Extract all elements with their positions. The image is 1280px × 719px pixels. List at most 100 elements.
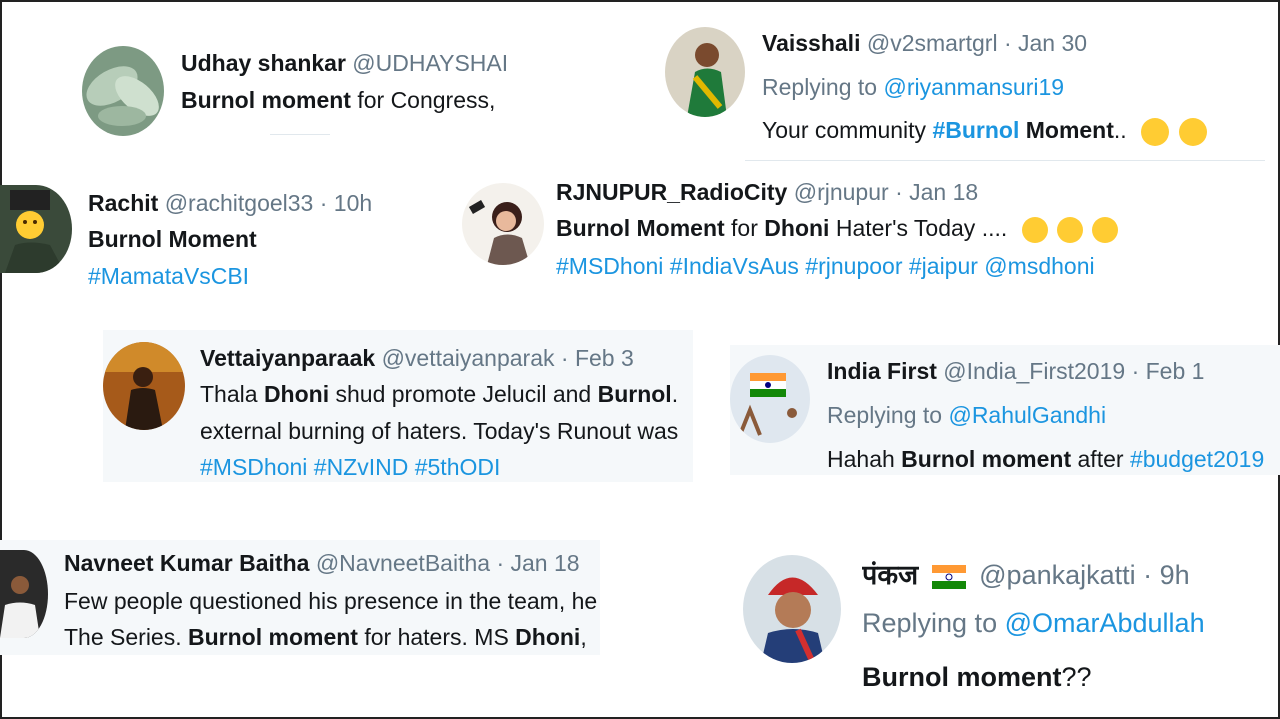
user-handle[interactable]: @pankajkatti [979, 560, 1136, 590]
tweet-india-first[interactable]: India First @India_First2019 · Feb 1 Rep… [730, 345, 1280, 475]
hashtag-line: #MSDhoni #NZvIND #5thODI [200, 454, 690, 481]
text-plain: Hahah [827, 446, 902, 472]
text-plain: . [671, 381, 679, 407]
tweet-header: Navneet Kumar Baitha @NavneetBaitha · Ja… [64, 550, 599, 577]
text-bold-dhoni: Dhoni [764, 215, 830, 241]
text-bold: Burnol Moment [88, 226, 257, 252]
user-name[interactable]: पंकज [862, 560, 918, 590]
tweet-header: Rachit @rachitgoel33 · 10h [88, 190, 388, 217]
avatar-turban-icon[interactable] [743, 555, 841, 663]
hashtag-link[interactable]: #MamataVsCBI [88, 263, 249, 289]
tweet-header: Vaisshali @v2smartgrl · Jan 30 [762, 30, 1262, 57]
hashtag-line: #MamataVsCBI [88, 263, 388, 290]
text-plain: external burning of haters. Today's Runo… [200, 418, 679, 444]
tweet-rachit[interactable]: Rachit @rachitgoel33 · 10h Burnol Moment… [0, 170, 390, 300]
reply-to-link[interactable]: @OmarAbdullah [1005, 608, 1205, 638]
text-plain: for [724, 215, 765, 241]
user-handle[interactable]: @India_First2019 [943, 358, 1125, 384]
text-plain: for haters. MS [357, 624, 516, 650]
reply-to-link[interactable]: @RahulGandhi [948, 402, 1106, 428]
avatar-emoji-face-icon[interactable] [0, 185, 72, 273]
text-bold: Burnol moment [862, 662, 1062, 692]
tweet-pankaj[interactable]: पंकज @pankajkatti · 9h Replying to @Omar… [735, 540, 1275, 710]
avatar-man-icon[interactable] [0, 550, 48, 638]
reply-line: Replying to @RahulGandhi [827, 402, 1277, 429]
user-handle[interactable]: @UDHAYSHAI [352, 50, 508, 76]
user-name[interactable]: Vaisshali [762, 30, 860, 56]
user-name[interactable]: RJNUPUR_RadioCity [556, 179, 787, 205]
avatar-woman-icon[interactable] [665, 27, 745, 117]
reply-line: Replying to @OmarAbdullah [862, 608, 1272, 639]
tweet-vaisshali[interactable]: Vaisshali @v2smartgrl · Jan 30 Replying … [655, 15, 1270, 160]
text-plain: Few people questioned his presence in th… [64, 588, 598, 614]
avatar-selfie-icon[interactable] [462, 183, 544, 265]
user-handle[interactable]: @rjnupur [794, 179, 889, 205]
text-plain: Thala [200, 381, 264, 407]
hashtag-link[interactable]: #Burnol [932, 117, 1019, 143]
user-handle[interactable]: @v2smartgrl [867, 30, 998, 56]
user-name[interactable]: India First [827, 358, 937, 384]
tweet-date[interactable]: · Feb 1 [1132, 358, 1205, 384]
tweet-header: India First @India_First2019 · Feb 1 [827, 358, 1277, 385]
hashtag-line: #MSDhoni #IndiaVsAus #rjnupoor #jaipur @… [556, 253, 1146, 280]
reply-prefix: Replying to [762, 74, 884, 100]
hug-emoji-icon [1057, 216, 1084, 243]
user-handle[interactable]: @rachitgoel33 [165, 190, 314, 216]
divider [270, 134, 330, 135]
user-name[interactable]: Navneet Kumar Baitha [64, 550, 309, 576]
text-bold: Moment [1019, 117, 1114, 143]
user-handle[interactable]: @NavneetBaitha [316, 550, 490, 576]
user-name[interactable]: Udhay shankar [181, 50, 346, 76]
text-bold: Burnol moment [181, 87, 351, 113]
user-name[interactable]: Vettaiyanparaak [200, 345, 375, 371]
tweet-text-line-1: Few people questioned his presence in th… [64, 588, 604, 615]
tweet-text: Your community #Burnol Moment.. [762, 117, 1262, 151]
grin-emoji-icon [1021, 216, 1048, 243]
avatar-movie-icon[interactable] [103, 342, 185, 430]
tweet-date[interactable]: · Jan 18 [496, 550, 579, 576]
tweet-header: RJNUPUR_RadioCity @rjnupur · Jan 18 [556, 179, 1146, 206]
avatar-leaf-icon[interactable] [82, 46, 164, 136]
text-bold-dhoni: Dhoni [515, 624, 581, 650]
text-plain: after [1071, 446, 1130, 472]
tweet-date[interactable]: · Jan 30 [1004, 30, 1087, 56]
reply-prefix: Replying to [862, 608, 1005, 638]
reply-prefix: Replying to [827, 402, 949, 428]
text-bold-burnol: Burnol [597, 381, 672, 407]
tweet-text: Burnol Moment for Dhoni Hater's Today ..… [556, 215, 1146, 249]
tweet-header: पंकज @pankajkatti · 9h [862, 555, 1272, 595]
text-plain: for Congress, [350, 87, 496, 113]
tweet-udhay[interactable]: Udhay shankar @UDHAYSHAI Burnol moment f… [70, 30, 511, 136]
tweet-date[interactable]: · 9h [1143, 560, 1190, 590]
text-plain: Your community [762, 117, 933, 143]
tweet-text: Burnol moment for Congress, [181, 87, 511, 114]
text-plain: , [580, 624, 587, 650]
tweet-text-line-2: The Series. Burnol moment for haters. MS… [64, 624, 599, 651]
tweet-text-line-2: external burning of haters. Today's Runo… [200, 418, 690, 445]
reply-line: Replying to @riyanmansuri19 [762, 74, 1262, 101]
tweet-navneet[interactable]: Navneet Kumar Baitha @NavneetBaitha · Ja… [0, 540, 600, 655]
tweet-text: Burnol moment?? [862, 662, 1272, 693]
hashtag-link[interactable]: #budget2019 [1130, 446, 1264, 472]
avatar-flag-runner-icon[interactable] [730, 355, 810, 443]
user-handle[interactable]: @vettaiyanparak [382, 345, 555, 371]
tweet-date[interactable]: · Feb 3 [561, 345, 634, 371]
text-plain-end: ?? [1061, 662, 1092, 692]
tweet-date[interactable]: · Jan 18 [895, 179, 978, 205]
divider [745, 160, 1265, 161]
tweet-vettai[interactable]: Vettaiyanparaak @vettaiyanparak · Feb 3 … [103, 330, 693, 482]
tweet-rjnupur[interactable]: RJNUPUR_RadioCity @rjnupur · Jan 18 Burn… [450, 165, 1150, 295]
text-plain: shud promote Jelucil and [329, 381, 598, 407]
text-plain-end: Hater's Today .... [829, 215, 1008, 241]
hashtag-links[interactable]: #MSDhoni #IndiaVsAus #rjnupoor #jaipur @… [556, 253, 1095, 279]
india-flag-icon [931, 564, 966, 589]
tweet-date[interactable]: · 10h [320, 190, 372, 216]
crazy-face-emoji-icon [1179, 117, 1208, 146]
tweet-header: Vettaiyanparaak @vettaiyanparak · Feb 3 [200, 345, 690, 372]
text-bold-dhoni: Dhoni [263, 381, 330, 407]
user-name[interactable]: Rachit [88, 190, 158, 216]
text-plain: The Series. [64, 624, 188, 650]
tweet-text: Hahah Burnol moment after #budget2019 [827, 446, 1277, 473]
reply-to-link[interactable]: @riyanmansuri19 [883, 74, 1064, 100]
hashtag-links[interactable]: #MSDhoni #NZvIND #5thODI [200, 454, 500, 480]
